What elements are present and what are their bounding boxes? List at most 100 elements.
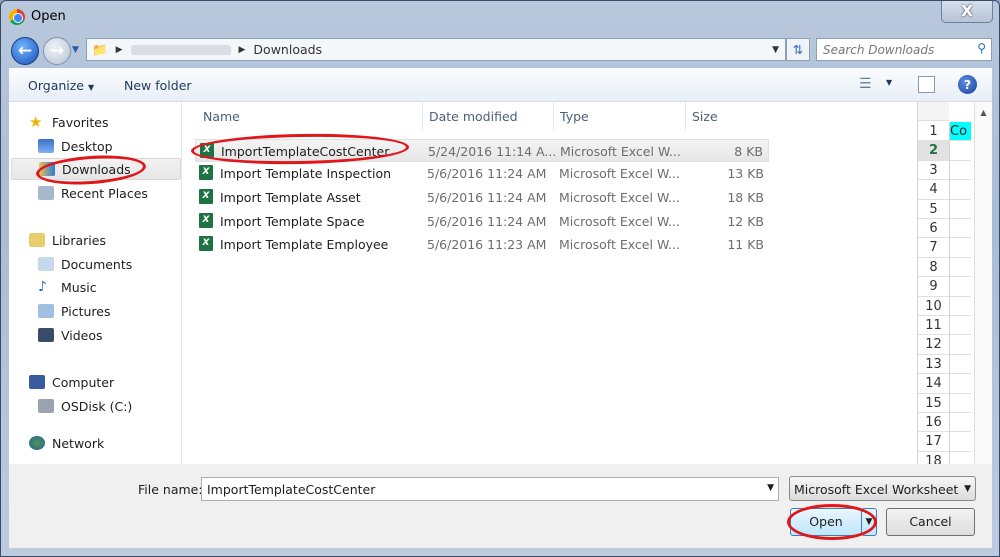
address-bar[interactable]: 📁 ▶ ▶ Downloads ▼ xyxy=(86,38,786,61)
file-list: Name Date modified Type Size X ImportTemp… xyxy=(183,102,918,464)
close-button[interactable]: X xyxy=(941,1,993,23)
row-header: 10 xyxy=(918,296,949,316)
sheet-cell xyxy=(949,160,971,181)
open-button[interactable]: Open xyxy=(790,508,862,536)
open-options-dropdown[interactable]: ▼ xyxy=(861,508,877,536)
sheet-cell xyxy=(949,393,971,413)
row-header: 11 xyxy=(918,316,949,336)
navigation-pane: ★ Favorites Desktop Downloads Recent Plac… xyxy=(9,102,182,464)
row-header: 3 xyxy=(918,160,949,181)
nav-downloads[interactable]: Downloads xyxy=(11,158,181,180)
breadcrumb-separator-icon: ▶ xyxy=(115,44,123,55)
row-header: 12 xyxy=(918,335,949,355)
file-name-dropdown-icon[interactable]: ▼ xyxy=(767,483,774,493)
row-header: 7 xyxy=(918,238,949,258)
sheet-cell xyxy=(949,413,971,433)
sheet-cell xyxy=(949,219,971,239)
column-header-date[interactable]: Date modified xyxy=(423,102,554,130)
search-icon[interactable]: ⚲ xyxy=(977,41,986,55)
breadcrumb-separator-icon: ▶ xyxy=(238,44,246,55)
preview-scrollbar[interactable]: ▲ xyxy=(974,102,992,464)
sheet-corner xyxy=(918,102,949,122)
refresh-icon: ⇅ xyxy=(792,42,804,57)
breadcrumb-downloads[interactable]: Downloads xyxy=(253,42,322,57)
sheet-cell xyxy=(949,296,971,316)
forward-button[interactable]: → xyxy=(43,37,71,65)
downloads-folder-icon xyxy=(39,162,55,176)
help-button[interactable]: ? xyxy=(958,75,977,94)
row-header: 5 xyxy=(918,199,949,219)
nav-network[interactable]: Network xyxy=(29,432,104,454)
dialog-body: ★ Favorites Desktop Downloads Recent Plac… xyxy=(9,102,992,472)
file-row[interactable]: X Import Template Inspection 5/6/2016 11:2… xyxy=(195,162,769,185)
file-row[interactable]: X ImportTemplateCostCenter 5/24/2016 11:14… xyxy=(195,139,769,162)
sheet-cell xyxy=(949,432,971,452)
column-header-type[interactable]: Type xyxy=(554,102,686,130)
folder-icon: 📁 xyxy=(92,41,108,57)
nav-desktop[interactable]: Desktop xyxy=(38,135,113,157)
open-dialog: Open X ← → ▼ 📁 ▶ ▶ Downloads ▼ ⇅ Search … xyxy=(0,0,1000,557)
sheet-cell xyxy=(949,354,971,375)
libraries-icon xyxy=(29,233,45,247)
file-row[interactable]: X Import Template Asset 5/6/2016 11:24 AM M… xyxy=(195,186,769,209)
file-name-input[interactable]: ImportTemplateCostCenter ▼ xyxy=(201,477,779,501)
file-name-label: File name: xyxy=(138,482,203,497)
drive-icon xyxy=(38,399,54,413)
excel-file-icon: X xyxy=(199,189,213,204)
nav-documents[interactable]: Documents xyxy=(38,253,132,275)
recent-pages-dropdown[interactable]: ▼ xyxy=(72,45,79,55)
view-options-dropdown[interactable]: ▼ xyxy=(886,78,892,87)
row-header: 15 xyxy=(918,393,949,413)
nav-libraries[interactable]: Libraries xyxy=(29,229,106,251)
documents-icon xyxy=(38,257,54,271)
excel-file-icon: X xyxy=(199,236,213,251)
computer-icon xyxy=(29,375,45,389)
star-icon: ★ xyxy=(29,113,43,131)
column-header-size[interactable]: Size xyxy=(686,102,766,130)
nav-recent-places[interactable]: Recent Places xyxy=(38,182,148,204)
row-header: 17 xyxy=(918,432,949,452)
sheet-cell xyxy=(949,374,971,394)
nav-computer[interactable]: Computer xyxy=(29,371,114,393)
view-details-icon[interactable]: ☰ xyxy=(859,76,872,92)
new-folder-button[interactable]: New folder xyxy=(124,78,192,93)
row-header: 1 xyxy=(918,122,949,142)
network-icon xyxy=(29,436,45,450)
nav-osdisk[interactable]: OSDisk (C:) xyxy=(38,395,132,417)
sheet-cell xyxy=(949,199,971,219)
arrow-left-icon: ← xyxy=(17,41,33,61)
chrome-icon xyxy=(9,9,25,25)
breadcrumb-user-folder[interactable] xyxy=(130,44,231,55)
row-header: 8 xyxy=(918,257,949,278)
sheet-cell xyxy=(949,257,971,278)
column-header-name[interactable]: Name xyxy=(197,102,423,130)
preview-pane: 1 Co 2 3 4 5 6 7 8 9 10 11 12 13 14 15 16 17 18 ▲ xyxy=(917,102,992,472)
sheet-cell xyxy=(949,238,971,258)
pictures-icon xyxy=(38,304,54,318)
back-button[interactable]: ← xyxy=(11,37,39,65)
preview-pane-button[interactable] xyxy=(918,76,935,93)
dialog-footer: File name: ImportTemplateCostCenter ▼ Mic… xyxy=(9,464,992,548)
chevron-down-icon: ▼ xyxy=(87,83,95,92)
nav-favorites[interactable]: ★ Favorites xyxy=(29,111,108,133)
refresh-button[interactable]: ⇅ xyxy=(786,38,810,61)
nav-music[interactable]: ♪ Music xyxy=(38,276,97,298)
scroll-up-icon[interactable]: ▲ xyxy=(975,108,992,117)
row-header: 13 xyxy=(918,354,949,375)
nav-videos[interactable]: Videos xyxy=(38,324,103,346)
chevron-down-icon: ▼ xyxy=(964,484,971,494)
file-row[interactable]: X Import Template Employee 5/6/2016 11:23 … xyxy=(195,233,769,256)
music-icon: ♪ xyxy=(38,279,47,295)
sheet-cell xyxy=(949,335,971,355)
address-dropdown-icon[interactable]: ▼ xyxy=(772,45,779,55)
row-header: 16 xyxy=(918,413,949,433)
search-input[interactable]: Search Downloads ⚲ xyxy=(816,38,992,61)
nav-pictures[interactable]: Pictures xyxy=(38,300,111,322)
window-title: Open xyxy=(31,9,66,24)
desktop-icon xyxy=(38,139,54,153)
organize-button[interactable]: Organize ▼ xyxy=(28,78,94,93)
cancel-button[interactable]: Cancel xyxy=(886,508,975,536)
file-row[interactable]: X Import Template Space 5/6/2016 11:24 AM M… xyxy=(195,210,769,233)
file-type-select[interactable]: Microsoft Excel Worksheet ▼ xyxy=(789,476,976,501)
sheet-cell xyxy=(949,141,971,161)
